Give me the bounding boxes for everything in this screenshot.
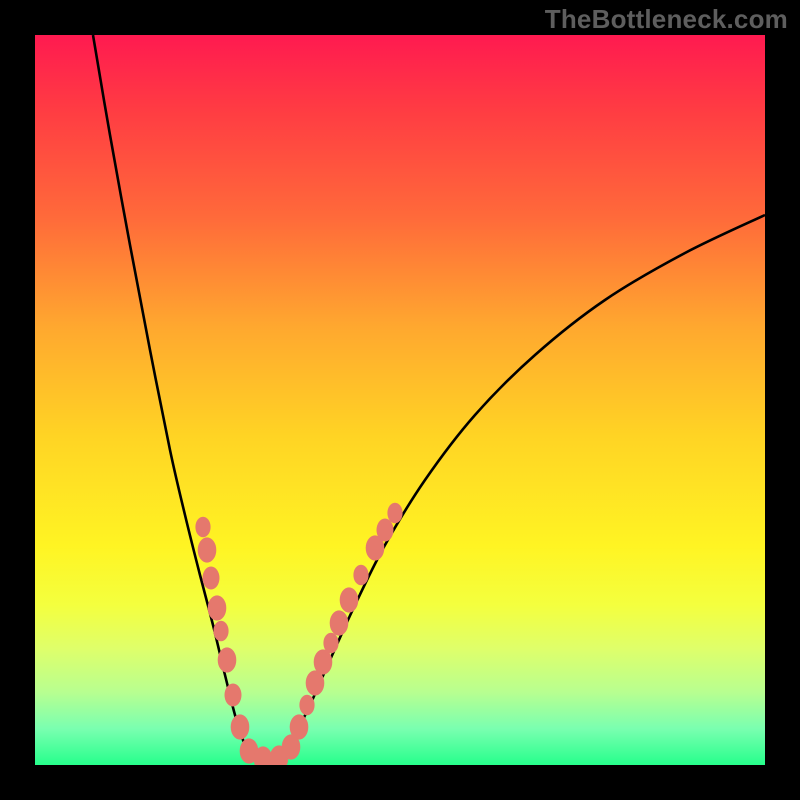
watermark-text: TheBottleneck.com [545,4,788,35]
marker-dot [198,537,217,562]
marker-dot [290,714,309,739]
marker-dot [299,695,314,716]
marker-dot [218,647,237,672]
marker-dot [353,565,368,586]
marker-dot [195,517,210,538]
marker-group [195,503,402,765]
marker-dot [377,519,394,542]
marker-dot [330,610,349,635]
marker-dot [323,633,338,654]
marker-dot [314,649,333,674]
marker-dot [225,684,242,707]
marker-dot [208,595,227,620]
curve-right-branch [285,215,765,753]
marker-dot [387,503,402,524]
curve-layer [35,35,765,765]
marker-dot [203,567,220,590]
marker-dot [213,621,228,642]
plot-area [35,35,765,765]
marker-dot [231,714,250,739]
chart-frame: TheBottleneck.com [0,0,800,800]
marker-dot [340,587,359,612]
curve-left-branch [93,35,250,753]
